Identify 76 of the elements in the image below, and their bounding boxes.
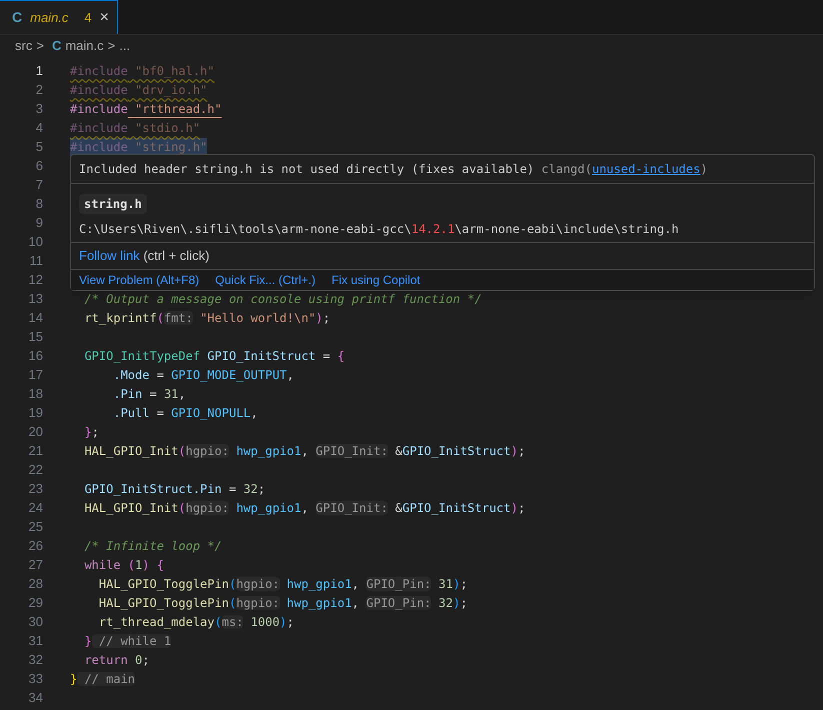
code-line: GPIO_InitTypeDef GPIO_InitStruct = {	[83, 348, 345, 364]
line-number: 8	[34, 194, 43, 213]
line-number: 17	[28, 366, 43, 384]
header-path: C:\Users\Riven\.sifli\tools\arm-none-eabi-gcc\14.2.1\arm-none-eabi\include\string.h	[79, 221, 680, 238]
code-line: while (1) {	[83, 556, 164, 574]
code-line: #include "bf0_hal.h"	[70, 62, 214, 80]
c-file-icon: C	[52, 36, 62, 56]
follow-link-hint: Follow link (ctrl + click)	[79, 247, 210, 265]
line-number: 22	[28, 460, 43, 479]
line-number: 3	[34, 100, 43, 118]
line-number: 21	[28, 442, 43, 460]
line-number: 1	[34, 62, 43, 80]
code-line: .Mode = GPIO_MODE_OUTPUT,	[112, 366, 294, 384]
editor-tab[interactable]: C main.c 4 ×	[0, 0, 118, 34]
code-line: /* Output a message on console using printf function */	[83, 290, 482, 308]
line-number: 9	[34, 214, 43, 232]
c-file-icon: C	[12, 7, 22, 28]
line-number: 2	[34, 80, 43, 99]
line-number: 34	[28, 688, 43, 707]
line-number: 24	[28, 498, 43, 517]
code-line: rt_kprintf(fmt: "Hello world!\n");	[83, 310, 330, 326]
line-number: 12	[28, 270, 43, 289]
line-number: 7	[34, 176, 43, 194]
code-line: rt_thread_mdelay(ms: 1000);	[98, 614, 294, 630]
code-line: /* Infinite loop */	[83, 538, 222, 554]
line-number: 4	[34, 118, 43, 137]
line-number: 14	[28, 308, 43, 327]
close-button[interactable]: ×	[100, 6, 109, 30]
breadcrumb-item[interactable]: main.c	[65, 36, 104, 56]
line-number: 26	[28, 536, 43, 555]
code-line: HAL_GPIO_Init(hgpio: hwp_gpio1, GPIO_Init: &GPIO_InitStruct);	[83, 442, 526, 460]
code-line: return 0;	[83, 652, 150, 668]
line-number: 15	[28, 328, 43, 346]
line-number: 28	[28, 574, 43, 593]
follow-link[interactable]: Follow link	[79, 248, 140, 263]
line-number: 29	[28, 594, 43, 612]
code-line: HAL_GPIO_TogglePin(hgpio: hwp_gpio1, GPIO_Pin: 31);	[98, 576, 468, 592]
code-line: } // main	[70, 670, 136, 688]
chevron-icon: >	[108, 36, 116, 56]
diagnostic-message: Included header string.h is not used directly (fixes available) clangd(unused-includes)	[79, 161, 709, 178]
tab-label: main.c	[30, 8, 68, 27]
code-line: } // while 1	[83, 632, 172, 650]
code-line: };	[83, 424, 99, 440]
breadcrumb-item[interactable]: ...	[119, 36, 130, 56]
line-number: 23	[28, 480, 43, 498]
action-link[interactable]: Quick Fix... (Ctrl+.)	[215, 270, 316, 288]
line-number: 11	[28, 252, 43, 270]
line-number: 10	[28, 232, 43, 251]
line-number: 20	[28, 422, 43, 441]
line-number: 19	[28, 404, 43, 422]
action-link[interactable]: View Problem (Alt+F8)	[79, 270, 200, 288]
chevron-icon: >	[36, 36, 44, 56]
code-line: HAL_GPIO_TogglePin(hgpio: hwp_gpio1, GPIO_Pin: 32);	[98, 594, 468, 612]
line-number: 25	[28, 518, 43, 536]
action-link[interactable]: Fix using Copilot	[332, 270, 420, 288]
code-line: #include "stdio.h"	[70, 120, 200, 136]
rule-link[interactable]: unused-includes	[592, 162, 700, 176]
line-number: 13	[28, 290, 43, 308]
line-number: 6	[34, 156, 43, 175]
line-number: 33	[28, 670, 43, 688]
line-number: 18	[28, 384, 43, 403]
line-number: 32	[28, 650, 43, 669]
breadcrumb-item[interactable]: src	[15, 36, 32, 56]
problem-count: 4	[84, 8, 92, 27]
line-number: 27	[28, 556, 43, 574]
code-line: .Pin = 31,	[112, 386, 186, 402]
line-number: 31	[28, 632, 43, 650]
code-line: #include "rtthread.h"	[70, 100, 222, 118]
header-name: string.h	[79, 194, 147, 214]
line-number: 5	[34, 138, 43, 156]
line-number: 30	[28, 612, 43, 631]
code-line: .Pull = GPIO_NOPULL,	[112, 404, 258, 422]
code-line: HAL_GPIO_Init(hgpio: hwp_gpio1, GPIO_Init: &GPIO_InitStruct);	[83, 500, 526, 516]
line-number: 16	[28, 346, 43, 365]
code-line: #include "drv_io.h"	[70, 82, 208, 98]
code-line: GPIO_InitStruct.Pin = 32;	[83, 480, 266, 498]
